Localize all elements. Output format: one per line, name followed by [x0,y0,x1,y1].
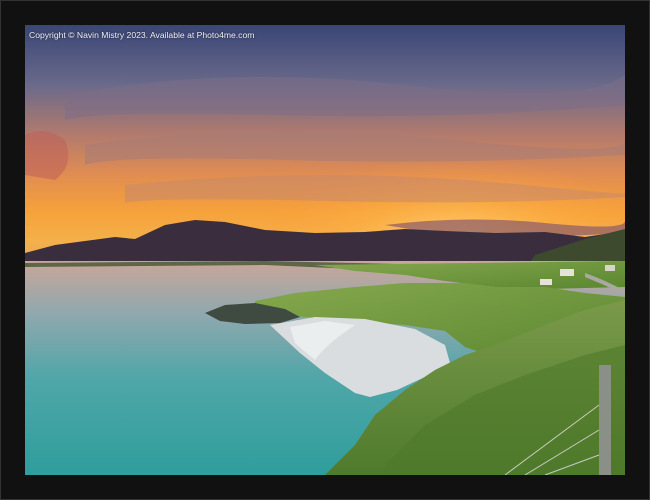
copyright-watermark: Copyright © Navin Mistry 2023. Available… [29,30,255,40]
landscape-photo [25,25,625,475]
photo: Copyright © Navin Mistry 2023. Available… [25,25,625,475]
picture-frame: Copyright © Navin Mistry 2023. Available… [0,0,650,500]
